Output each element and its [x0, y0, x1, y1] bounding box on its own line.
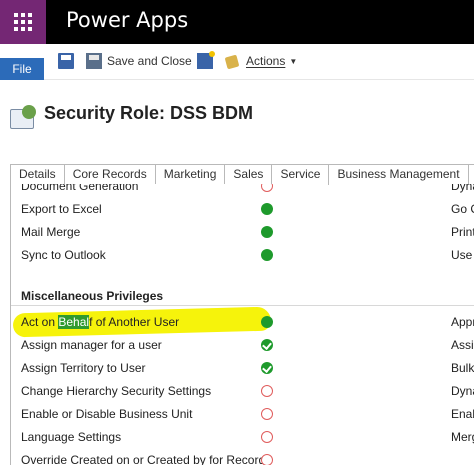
tab-overflow[interactable]: S — [467, 164, 474, 184]
save-close-icon — [86, 53, 102, 69]
privilege-level-none-icon[interactable] — [261, 431, 273, 443]
privilege-label: Assign Territory to User — [21, 361, 146, 375]
save-and-new-button[interactable] — [197, 51, 218, 71]
save-new-icon — [197, 51, 215, 69]
app-header-bar: Power Apps — [0, 0, 474, 44]
privilege-label-right: Merg — [451, 430, 474, 444]
chevron-down-icon: ▼ — [289, 56, 298, 66]
privilege-row: Language Settings Merg — [11, 427, 474, 449]
command-ribbon: File Save and Close Actions ▼ — [0, 44, 474, 80]
privilege-label-part: Act on — [21, 315, 59, 329]
privilege-label: Override Created on or Created by for Re… — [21, 453, 272, 465]
privilege-label-right: Dyna — [451, 184, 474, 193]
privilege-label: Enable or Disable Business Unit — [21, 407, 193, 421]
privilege-row: Assign manager for a user Assig — [11, 335, 474, 357]
tab-business-management[interactable]: Business Management — [328, 164, 469, 185]
privilege-label-right: Use I — [451, 248, 474, 262]
privilege-label: Language Settings — [21, 430, 122, 444]
privilege-row: Export to Excel Go C — [11, 199, 474, 221]
app-launcher-icon[interactable] — [0, 0, 46, 44]
privilege-label-part: f of Another User — [89, 315, 180, 329]
save-icon — [58, 53, 74, 69]
section-heading-misc: Miscellaneous Privileges — [21, 289, 164, 303]
privilege-row-highlighted: Act on Behalf of Another User Appr — [11, 312, 474, 334]
privilege-label: Change Hierarchy Security Settings — [21, 384, 212, 398]
security-role-icon — [10, 105, 38, 131]
privilege-level-org-icon[interactable] — [261, 249, 273, 261]
privilege-label-right: Assig — [451, 338, 474, 352]
actions-label: Actions — [246, 54, 286, 68]
tab-service[interactable]: Service — [271, 164, 330, 184]
privilege-label: Act on Behalf of Another User — [21, 315, 179, 329]
privilege-level-org-check-icon[interactable] — [261, 362, 273, 374]
privilege-label-right: Enab — [451, 407, 474, 421]
privileges-panel: Document Generation Dyna Export to Excel… — [10, 184, 474, 465]
privilege-label-right: Bulk — [451, 361, 474, 375]
privilege-row: Assign Territory to User Bulk — [11, 358, 474, 380]
privilege-level-none-icon[interactable] — [261, 184, 273, 192]
tab-marketing[interactable]: Marketing — [154, 164, 226, 184]
privilege-label: Assign manager for a user — [21, 338, 162, 352]
save-and-close-label: Save and Close — [107, 54, 192, 68]
privilege-level-none-icon[interactable] — [261, 408, 273, 420]
section-divider — [11, 305, 474, 306]
save-and-close-button[interactable]: Save and Close — [86, 51, 192, 71]
privilege-row: Document Generation Dyna — [11, 184, 474, 198]
privilege-row: Override Created on or Created by for Re… — [11, 450, 474, 465]
privilege-row: Sync to Outlook Use I — [11, 245, 474, 267]
privilege-row: Enable or Disable Business Unit Enab — [11, 404, 474, 426]
tab-sales[interactable]: Sales — [224, 164, 273, 184]
privilege-row: Mail Merge Print — [11, 222, 474, 244]
privilege-level-org-icon[interactable] — [261, 226, 273, 238]
actions-icon — [225, 53, 241, 69]
save-button[interactable] — [58, 51, 79, 71]
actions-menu-button[interactable]: Actions ▼ — [225, 51, 297, 71]
privilege-label: Sync to Outlook — [21, 248, 106, 262]
privilege-label-right: Go C — [451, 202, 474, 216]
privilege-label: Document Generation — [21, 184, 139, 193]
privilege-level-org-icon[interactable] — [261, 316, 273, 328]
tab-details[interactable]: Details — [10, 164, 65, 184]
privilege-level-none-icon[interactable] — [261, 454, 273, 465]
file-button[interactable]: File — [0, 58, 44, 80]
privilege-label-right: Dyna — [451, 384, 474, 398]
privilege-label: Export to Excel — [21, 202, 102, 216]
privilege-label-right: Appr — [451, 315, 474, 329]
selected-text: Behal — [58, 315, 90, 329]
page-title: Security Role: DSS BDM — [44, 103, 254, 123]
privilege-label-right: Print — [451, 225, 474, 239]
app-title: Power Apps — [66, 8, 189, 32]
tab-core-records[interactable]: Core Records — [63, 164, 156, 184]
privilege-row: Change Hierarchy Security Settings Dyna — [11, 381, 474, 403]
privilege-level-org-icon[interactable] — [261, 203, 273, 215]
privilege-level-org-check-icon[interactable] — [261, 339, 273, 351]
privilege-level-none-icon[interactable] — [261, 385, 273, 397]
privilege-label: Mail Merge — [21, 225, 81, 239]
tab-strip: Details Core Records Marketing Sales Ser… — [10, 164, 474, 185]
